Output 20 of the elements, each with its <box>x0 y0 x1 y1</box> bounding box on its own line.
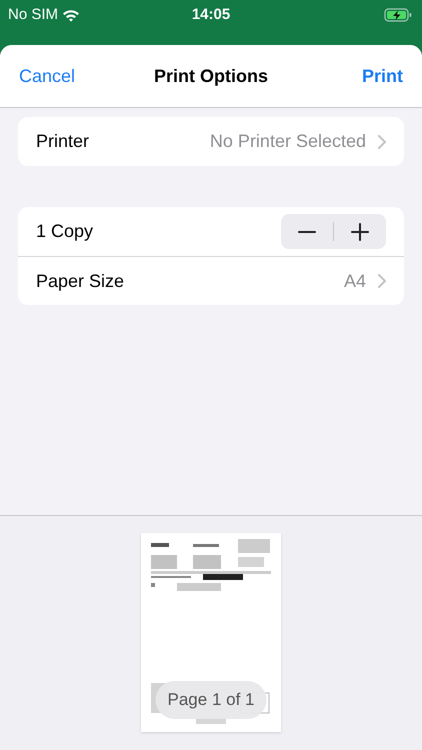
print-button[interactable]: Print <box>362 62 403 90</box>
copies-stepper[interactable] <box>281 214 386 249</box>
sheet-title: Print Options <box>154 64 268 88</box>
minus-icon[interactable] <box>298 230 316 232</box>
clock: 14:05 <box>192 4 230 25</box>
settings-row[interactable]: Paper Size A4 <box>18 256 404 305</box>
chevron-right-icon <box>378 274 386 288</box>
row-value: A4 <box>344 270 366 292</box>
settings-row[interactable]: Printer No Printer Selected <box>18 117 404 166</box>
plus-icon[interactable] <box>351 222 369 240</box>
battery-charging-icon <box>384 8 412 22</box>
row-label: 1 Copy <box>36 220 94 243</box>
page-indicator: Page 1 of 1 <box>156 681 266 718</box>
cancel-button[interactable]: Cancel <box>19 62 76 90</box>
carrier-label: No SIM <box>8 4 58 25</box>
row-label: Paper Size <box>36 270 124 293</box>
wifi-icon <box>62 8 80 22</box>
row-value: No Printer Selected <box>210 130 366 153</box>
row-label: Printer <box>36 130 90 153</box>
chevron-right-icon <box>378 134 386 148</box>
